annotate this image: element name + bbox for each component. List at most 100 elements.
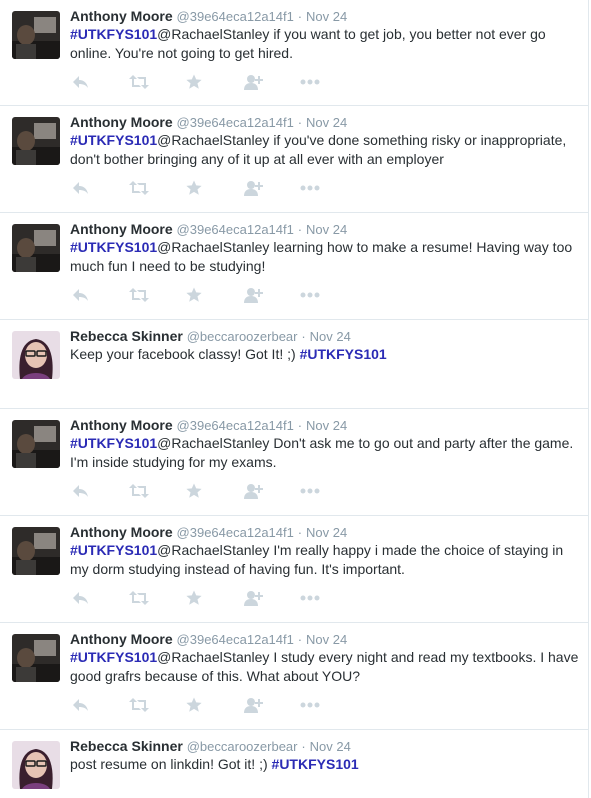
hashtag-link[interactable]: #UTKFYS101 — [272, 756, 359, 772]
tweet-text: #UTKFYS101@RachaelStanley if you want to… — [70, 25, 582, 63]
author-handle[interactable]: @39e64eca12a14f1 — [177, 115, 294, 130]
reply-button[interactable] — [72, 482, 129, 500]
tweet-text-before: Keep your facebook classy! Got It! ;) — [70, 346, 300, 362]
tweet-text: Keep your facebook classy! Got It! ;) #U… — [70, 345, 582, 364]
author-name[interactable]: Anthony Moore — [70, 524, 173, 540]
reply-button[interactable] — [72, 589, 129, 607]
tweet-timestamp[interactable]: Nov 24 — [306, 632, 347, 647]
tweet-item[interactable]: Anthony Moore @39e64eca12a14f1 · Nov 24 … — [0, 409, 589, 516]
favorite-button[interactable] — [186, 589, 243, 607]
favorite-button[interactable] — [186, 73, 243, 91]
retweet-button[interactable] — [129, 696, 186, 714]
tweet-item[interactable]: Anthony Moore @39e64eca12a14f1 · Nov 24 … — [0, 516, 589, 623]
tweet-timestamp[interactable]: Nov 24 — [310, 329, 351, 344]
hashtag-link[interactable]: #UTKFYS101 — [70, 132, 157, 148]
hashtag-link[interactable]: #UTKFYS101 — [300, 346, 387, 362]
reply-icon — [73, 699, 88, 711]
hashtag-link[interactable]: #UTKFYS101 — [70, 26, 157, 42]
tweet-timestamp[interactable]: Nov 24 — [306, 222, 347, 237]
retweet-icon — [129, 484, 149, 498]
follow-icon — [244, 288, 263, 303]
tweet-item[interactable]: Anthony Moore @39e64eca12a14f1 · Nov 24 … — [0, 0, 589, 106]
more-button[interactable] — [300, 73, 357, 91]
follow-button[interactable] — [243, 73, 300, 91]
retweet-button[interactable] — [129, 482, 186, 500]
favorite-button[interactable] — [186, 286, 243, 304]
follow-button[interactable] — [243, 589, 300, 607]
reply-icon — [73, 289, 88, 301]
author-name[interactable]: Rebecca Skinner — [70, 328, 183, 344]
avatar[interactable] — [12, 117, 60, 165]
favorite-icon — [186, 483, 202, 498]
tweet-item[interactable]: Anthony Moore @39e64eca12a14f1 · Nov 24 … — [0, 106, 589, 213]
retweet-button[interactable] — [129, 589, 186, 607]
follow-button[interactable] — [243, 696, 300, 714]
separator-dot: · — [301, 329, 306, 344]
avatar[interactable] — [12, 331, 60, 379]
more-button[interactable] — [300, 179, 357, 197]
author-name[interactable]: Rebecca Skinner — [70, 738, 183, 754]
hashtag-link[interactable]: #UTKFYS101 — [70, 649, 157, 665]
separator-dot: · — [297, 222, 303, 237]
more-icon — [300, 702, 320, 708]
tweet-item[interactable]: Anthony Moore @39e64eca12a14f1 · Nov 24 … — [0, 213, 589, 320]
tweet-timestamp[interactable]: Nov 24 — [306, 9, 347, 24]
retweet-button[interactable] — [129, 73, 186, 91]
follow-icon — [244, 75, 263, 90]
avatar[interactable] — [12, 420, 60, 468]
tweet-actions — [72, 589, 357, 607]
author-handle[interactable]: @39e64eca12a14f1 — [177, 418, 294, 433]
author-handle[interactable]: @beccaroozerbear — [187, 739, 298, 754]
author-handle[interactable]: @39e64eca12a14f1 — [177, 632, 294, 647]
reply-icon — [73, 592, 88, 604]
tweet-actions — [72, 696, 357, 714]
retweet-button[interactable] — [129, 286, 186, 304]
separator-dot: · — [301, 739, 306, 754]
hashtag-link[interactable]: #UTKFYS101 — [70, 435, 157, 451]
author-name[interactable]: Anthony Moore — [70, 114, 173, 130]
more-button[interactable] — [300, 589, 357, 607]
separator-dot: · — [297, 525, 303, 540]
follow-button[interactable] — [243, 179, 300, 197]
reply-button[interactable] — [72, 179, 129, 197]
author-name[interactable]: Anthony Moore — [70, 631, 173, 647]
author-name[interactable]: Anthony Moore — [70, 8, 173, 24]
favorite-button[interactable] — [186, 179, 243, 197]
hashtag-link[interactable]: #UTKFYS101 — [70, 542, 157, 558]
tweet-text: #UTKFYS101@RachaelStanley I study every … — [70, 648, 582, 686]
retweet-button[interactable] — [129, 179, 186, 197]
follow-button[interactable] — [243, 286, 300, 304]
tweet-timestamp[interactable]: Nov 24 — [306, 418, 347, 433]
tweet-timestamp[interactable]: Nov 24 — [306, 525, 347, 540]
reply-button[interactable] — [72, 73, 129, 91]
avatar[interactable] — [12, 741, 60, 789]
author-handle[interactable]: @39e64eca12a14f1 — [177, 525, 294, 540]
avatar[interactable] — [12, 11, 60, 59]
avatar[interactable] — [12, 527, 60, 575]
author-name[interactable]: Anthony Moore — [70, 221, 173, 237]
more-button[interactable] — [300, 696, 357, 714]
avatar[interactable] — [12, 224, 60, 272]
hashtag-link[interactable]: #UTKFYS101 — [70, 239, 157, 255]
tweet-timestamp[interactable]: Nov 24 — [310, 739, 351, 754]
more-icon — [300, 292, 320, 298]
follow-icon — [244, 484, 263, 499]
reply-button[interactable] — [72, 286, 129, 304]
tweet-item[interactable]: Rebecca Skinner @beccaroozerbear · Nov 2… — [0, 730, 589, 798]
author-name[interactable]: Anthony Moore — [70, 417, 173, 433]
favorite-button[interactable] — [186, 696, 243, 714]
author-handle[interactable]: @beccaroozerbear — [187, 329, 298, 344]
author-handle[interactable]: @39e64eca12a14f1 — [177, 222, 294, 237]
favorite-icon — [186, 590, 202, 605]
more-button[interactable] — [300, 286, 357, 304]
retweet-icon — [129, 591, 149, 605]
favorite-button[interactable] — [186, 482, 243, 500]
follow-button[interactable] — [243, 482, 300, 500]
tweet-timestamp[interactable]: Nov 24 — [306, 115, 347, 130]
author-handle[interactable]: @39e64eca12a14f1 — [177, 9, 294, 24]
more-button[interactable] — [300, 482, 357, 500]
tweet-item[interactable]: Anthony Moore @39e64eca12a14f1 · Nov 24 … — [0, 623, 589, 730]
reply-button[interactable] — [72, 696, 129, 714]
avatar[interactable] — [12, 634, 60, 682]
tweet-item[interactable]: Rebecca Skinner @beccaroozerbear · Nov 2… — [0, 320, 589, 409]
